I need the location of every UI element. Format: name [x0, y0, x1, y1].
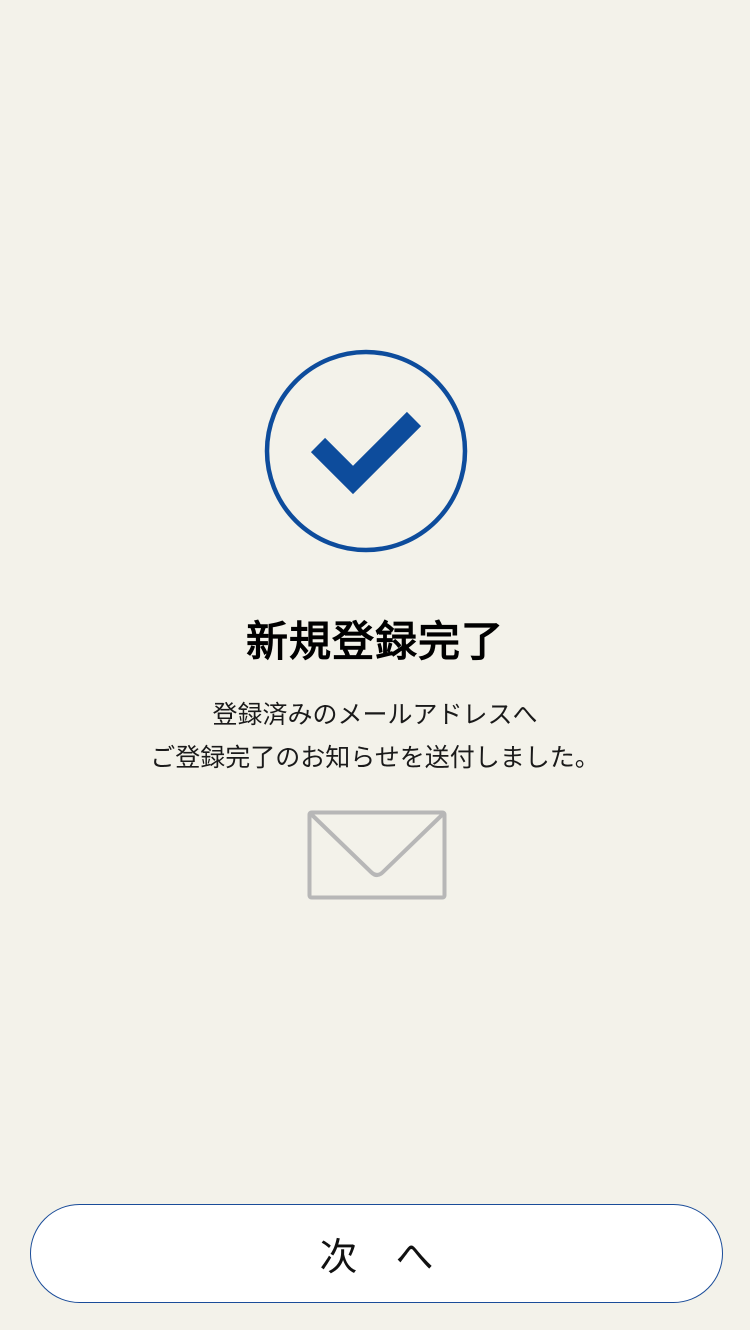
- message-line-2: ご登録完了のお知らせを送付しました。: [150, 743, 600, 772]
- message-line-1: 登録済みのメールアドレスへ: [212, 700, 538, 729]
- next-button[interactable]: 次へ: [30, 1204, 723, 1303]
- check-circle-icon: [264, 349, 468, 553]
- page-title: 新規登録完了: [245, 617, 504, 666]
- completion-message: 登録済みのメールアドレスへ ご登録完了のお知らせを送付しました。: [0, 693, 750, 779]
- next-button-label: 次へ: [319, 1235, 472, 1279]
- mail-envelope-icon: [307, 810, 447, 900]
